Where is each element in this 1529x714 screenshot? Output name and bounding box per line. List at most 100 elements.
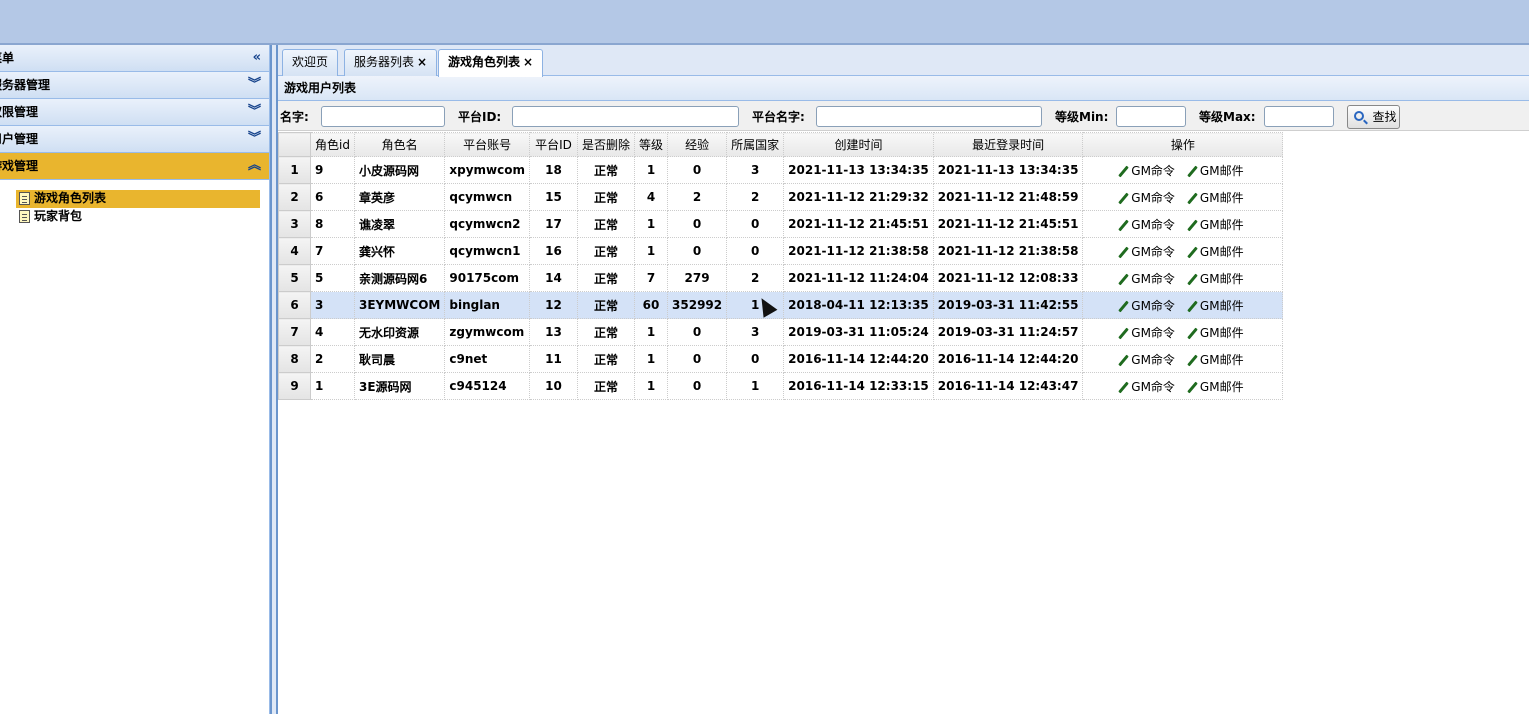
column-header-8[interactable]: 创建时间 [783,132,934,157]
tab-0[interactable]: 欢迎页 [282,49,339,76]
cell-exp: 0 [667,345,728,373]
level-max-input[interactable] [1264,106,1334,127]
gm-mail-link[interactable]: GM邮件 [1187,216,1244,233]
column-header-0[interactable]: 角色id [310,132,355,157]
action-label: GM命令 [1131,217,1175,232]
gm-command-link[interactable]: GM命令 [1118,216,1175,233]
cell-deleted: 正常 [576,237,636,265]
chevron-up-icon[interactable]: ︽ [248,153,261,179]
sidebar-tree: 游戏角色列表 玩家背包 [0,180,269,226]
search-button[interactable]: 查找 [1347,105,1400,129]
cell-created: 2019-03-31 11:05:24 [783,318,934,346]
cell-actions: GM命令 GM邮件 [1082,237,1284,265]
cell-exp: 0 [667,237,728,265]
cell-account: qcymwcn [444,183,530,211]
collapse-left-icon[interactable]: « [253,45,261,71]
sidebar-section-3[interactable]: 游戏管理 ︽ [0,153,269,180]
cell-name: 龚兴怀 [353,237,446,265]
table-row[interactable]: 1 9 小皮源码网 xpymwcom 18 正常 1 0 3 2021-11-13 13:34:3… [278,156,1284,184]
main-panel: 欢迎页 服务器列表 × 游戏角色列表 × 游戏用户列表 名字: 平台ID: 平台名字: … [278,45,1529,714]
tab-2[interactable]: 游戏角色列表 × [438,49,544,77]
gm-mail-link[interactable]: GM邮件 [1187,270,1244,287]
gm-mail-link[interactable]: GM邮件 [1187,162,1244,179]
gm-command-link[interactable]: GM命令 [1118,189,1175,206]
cell-deleted: 正常 [576,156,636,184]
column-header-2[interactable]: 平台账号 [444,132,530,157]
cell-id: 1 [310,372,355,400]
sidebar-splitter[interactable] [270,45,278,714]
platform-name-input[interactable] [816,106,1042,127]
column-header-1[interactable]: 角色名 [353,132,446,157]
table-row[interactable]: 2 6 章英彦 qcymwcn 15 正常 4 2 2 2021-11-12 21:29:32 20… [278,183,1284,211]
search-button-label: 查找 [1372,110,1397,124]
gm-mail-link[interactable]: GM邮件 [1187,297,1244,314]
cell-name: 章英彦 [353,183,446,211]
gm-command-link[interactable]: GM命令 [1118,243,1175,260]
pencil-icon [1187,219,1198,231]
level-min-input[interactable] [1116,106,1186,127]
user-grid: 角色id 角色名 平台账号 平台ID 是否删除 等级 经验 所属国家 创建时间 最近登录时间 操作 … [278,132,1284,400]
action-label: GM命令 [1131,244,1175,259]
close-icon[interactable]: × [417,55,427,69]
tree-item-1[interactable]: 玩家背包 [16,208,260,226]
sidebar-menu-label: 菜单 [0,51,15,65]
gm-mail-link[interactable]: GM邮件 [1187,351,1244,368]
cell-actions: GM命令 GM邮件 [1082,156,1284,184]
column-header-6[interactable]: 经验 [667,132,728,157]
table-row[interactable]: 3 8 谯凌翠 qcymwcn2 17 正常 1 0 0 2021-11-12 21:45:51 2… [278,210,1284,238]
gm-command-link[interactable]: GM命令 [1118,351,1175,368]
column-header-5[interactable]: 等级 [633,132,669,157]
gm-command-link[interactable]: GM命令 [1118,162,1175,179]
column-header-4[interactable]: 是否删除 [576,132,636,157]
cell-created: 2018-04-11 12:13:35 [783,291,934,319]
gm-command-link[interactable]: GM命令 [1118,324,1175,341]
pencil-icon [1118,381,1130,393]
column-header-9[interactable]: 最近登录时间 [932,132,1084,157]
gm-mail-link[interactable]: GM邮件 [1187,378,1244,395]
table-row[interactable]: 9 1 3E源码网 c945124 10 正常 1 0 1 2016-11-14 12:33:15… [278,372,1284,400]
table-row[interactable]: 8 2 耿司晨 c9net 11 正常 1 0 0 2016-11-14 12:44:20 2016… [278,345,1284,373]
column-header-7[interactable]: 所属国家 [726,132,785,157]
cell-id: 4 [310,318,355,346]
cell-exp: 0 [667,372,728,400]
sidebar-section-2[interactable]: 用户管理 ︾ [0,126,269,153]
tab-label: 欢迎页 [292,55,329,69]
platform-id-input[interactable] [512,106,739,127]
chevron-down-icon[interactable]: ︾ [248,72,261,98]
table-row[interactable]: 4 7 龚兴怀 qcymwcn1 16 正常 1 0 0 2021-11-12 21:38:58 2… [278,237,1284,265]
table-row[interactable]: 5 5 亲测源码网6 90175com 14 正常 7 279 2 2021-11-12 11:2… [278,264,1284,292]
gm-mail-link[interactable]: GM邮件 [1187,243,1244,260]
column-header-10[interactable]: 操作 [1082,132,1284,157]
table-row[interactable]: 6 3 3EYMWCOM binglan 12 正常 60 352992 1 2018-04-11… [278,291,1284,319]
name-input[interactable] [321,106,445,127]
sidebar-menu-header[interactable]: 菜单 « [0,45,269,72]
cell-actions: GM命令 GM邮件 [1082,291,1284,319]
cell-actions: GM命令 GM邮件 [1082,318,1284,346]
gm-command-link[interactable]: GM命令 [1118,270,1175,287]
chevron-down-icon[interactable]: ︾ [248,99,261,125]
close-icon[interactable]: × [523,55,533,69]
cell-level: 1 [633,345,669,373]
table-row[interactable]: 7 4 无水印资源 zgymwcom 13 正常 1 0 3 2019-03-31 11:05:2… [278,318,1284,346]
cell-login: 2016-11-14 12:44:20 [932,345,1084,373]
document-icon [19,192,30,205]
column-header-3[interactable]: 平台ID [528,132,578,157]
gm-command-link[interactable]: GM命令 [1118,297,1175,314]
cell-pid: 18 [528,156,578,184]
sidebar-section-1[interactable]: 权限管理 ︾ [0,99,269,126]
platform-name-label: 平台名字: [752,110,805,124]
row-number: 6 [278,291,311,319]
cell-pid: 16 [528,237,578,265]
tree-item-0[interactable]: 游戏角色列表 [16,190,260,208]
cell-id: 8 [310,210,355,238]
cell-exp: 0 [667,210,728,238]
gm-mail-link[interactable]: GM邮件 [1187,324,1244,341]
gm-command-link[interactable]: GM命令 [1118,378,1175,395]
sidebar-section-0[interactable]: 服务器管理 ︾ [0,72,269,99]
pencil-icon [1118,300,1130,312]
pencil-icon [1187,246,1198,258]
tab-1[interactable]: 服务器列表 × [344,49,438,76]
action-label: GM邮件 [1199,298,1244,313]
gm-mail-link[interactable]: GM邮件 [1187,189,1244,206]
chevron-down-icon[interactable]: ︾ [248,126,261,152]
